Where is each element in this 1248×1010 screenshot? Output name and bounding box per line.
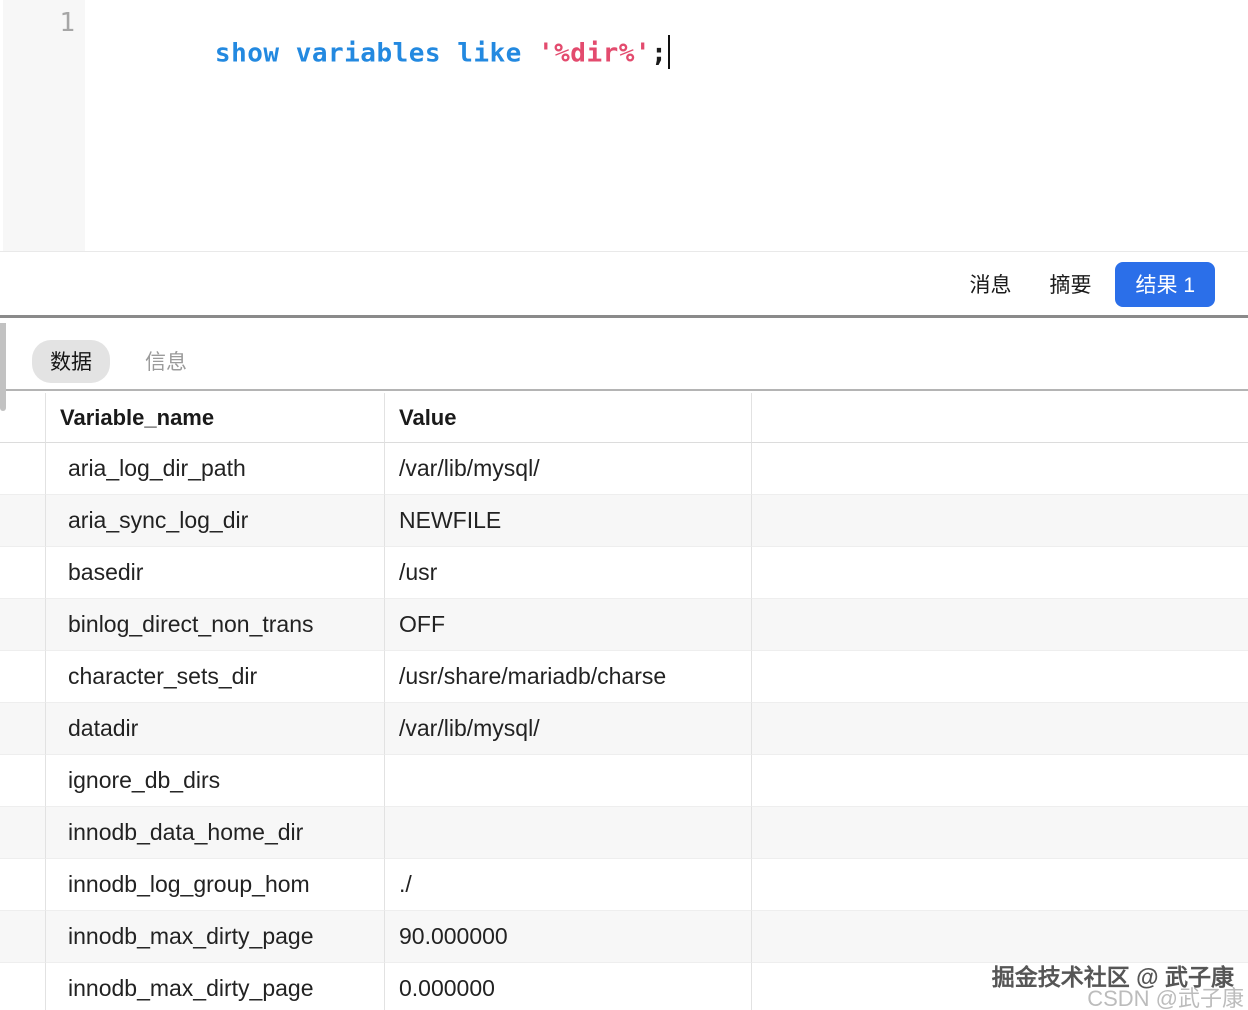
- cell-value[interactable]: /var/lib/mysql/: [385, 703, 752, 755]
- column-header-value[interactable]: Value: [385, 393, 752, 443]
- table-row[interactable]: aria_sync_log_dirNEWFILE: [0, 495, 1248, 547]
- cell-variable-name[interactable]: innodb_max_dirty_page: [46, 911, 385, 963]
- cell-filler: [752, 599, 1248, 651]
- tab-messages[interactable]: 消息: [969, 269, 1011, 299]
- table-row[interactable]: innodb_log_group_hom./: [0, 859, 1248, 911]
- watermark-csdn: CSDN @武子康: [1087, 981, 1244, 1010]
- header-filler-cell: [752, 393, 1248, 443]
- cell-variable-name[interactable]: basedir: [46, 547, 385, 599]
- cell-variable-name[interactable]: aria_log_dir_path: [46, 443, 385, 495]
- sql-client-window: 1 show variables like '%dir%'; 消息 摘要 结果 …: [0, 0, 1248, 1010]
- cell-variable-name[interactable]: innodb_log_group_hom: [46, 859, 385, 911]
- row-gutter-cell[interactable]: [0, 755, 46, 807]
- cell-variable-name[interactable]: character_sets_dir: [46, 651, 385, 703]
- view-tabbar: 数据 信息: [0, 321, 1248, 391]
- row-gutter-cell[interactable]: [0, 443, 46, 495]
- cell-value[interactable]: /usr: [385, 547, 752, 599]
- cell-variable-name[interactable]: aria_sync_log_dir: [46, 495, 385, 547]
- cell-filler: [752, 547, 1248, 599]
- cell-value[interactable]: [385, 755, 752, 807]
- table-body: aria_log_dir_path/var/lib/mysql/aria_syn…: [0, 443, 1248, 1010]
- cell-value[interactable]: /var/lib/mysql/: [385, 443, 752, 495]
- sql-code-tokens: show variables like '%dir%';: [215, 39, 667, 69]
- cell-value[interactable]: 0.000000: [385, 963, 752, 1010]
- row-gutter-cell[interactable]: [0, 911, 46, 963]
- cell-filler: [752, 807, 1248, 859]
- cell-variable-name[interactable]: innodb_max_dirty_page: [46, 963, 385, 1010]
- row-gutter-cell[interactable]: [0, 859, 46, 911]
- vertical-scrollbar-thumb[interactable]: [0, 323, 6, 411]
- cell-filler: [752, 443, 1248, 495]
- table-row[interactable]: character_sets_dir/usr/share/mariadb/cha…: [0, 651, 1248, 703]
- cell-filler: [752, 859, 1248, 911]
- sql-code-line[interactable]: show variables like '%dir%';: [118, 7, 670, 101]
- table-row[interactable]: datadir/var/lib/mysql/: [0, 703, 1248, 755]
- cell-variable-name[interactable]: binlog_direct_non_trans: [46, 599, 385, 651]
- cell-value[interactable]: [385, 807, 752, 859]
- table-row[interactable]: ignore_db_dirs: [0, 755, 1248, 807]
- row-gutter-cell[interactable]: [0, 807, 46, 859]
- row-gutter-cell[interactable]: [0, 495, 46, 547]
- sql-editor[interactable]: 1 show variables like '%dir%';: [0, 0, 1248, 252]
- code-token-plain: ;: [651, 39, 667, 69]
- text-cursor: [668, 35, 670, 69]
- results-table: Variable_name Value aria_log_dir_path/va…: [0, 393, 1248, 1010]
- cell-value[interactable]: 90.000000: [385, 911, 752, 963]
- cell-variable-name[interactable]: datadir: [46, 703, 385, 755]
- line-number: 1: [0, 8, 75, 38]
- row-gutter-cell[interactable]: [0, 963, 46, 1010]
- tab-summary[interactable]: 摘要: [1049, 269, 1091, 299]
- table-row[interactable]: binlog_direct_non_transOFF: [0, 599, 1248, 651]
- table-header-row: Variable_name Value: [0, 393, 1248, 443]
- tab-info[interactable]: 信息: [145, 346, 187, 376]
- cell-filler: [752, 651, 1248, 703]
- cell-value[interactable]: /usr/share/mariadb/charse: [385, 651, 752, 703]
- tab-data[interactable]: 数据: [32, 340, 110, 383]
- table-row[interactable]: basedir/usr: [0, 547, 1248, 599]
- result-tabbar: 消息 摘要 结果 1: [0, 253, 1248, 318]
- code-token-keyword: show variables like: [215, 39, 538, 69]
- cell-value[interactable]: ./: [385, 859, 752, 911]
- row-gutter-cell[interactable]: [0, 703, 46, 755]
- table-row[interactable]: aria_log_dir_path/var/lib/mysql/: [0, 443, 1248, 495]
- header-gutter-cell: [0, 393, 46, 443]
- cell-value[interactable]: OFF: [385, 599, 752, 651]
- column-header-variable-name[interactable]: Variable_name: [46, 393, 385, 443]
- table-row[interactable]: innodb_max_dirty_page90.000000: [0, 911, 1248, 963]
- code-token-string: '%dir%': [538, 39, 651, 69]
- table-row[interactable]: innodb_data_home_dir: [0, 807, 1248, 859]
- cell-value[interactable]: NEWFILE: [385, 495, 752, 547]
- cell-filler: [752, 911, 1248, 963]
- cell-filler: [752, 495, 1248, 547]
- row-gutter-cell[interactable]: [0, 547, 46, 599]
- tab-result-1[interactable]: 结果 1: [1115, 262, 1215, 307]
- row-gutter-cell[interactable]: [0, 651, 46, 703]
- cell-variable-name[interactable]: ignore_db_dirs: [46, 755, 385, 807]
- row-gutter-cell[interactable]: [0, 599, 46, 651]
- cell-variable-name[interactable]: innodb_data_home_dir: [46, 807, 385, 859]
- cell-filler: [752, 703, 1248, 755]
- cell-filler: [752, 755, 1248, 807]
